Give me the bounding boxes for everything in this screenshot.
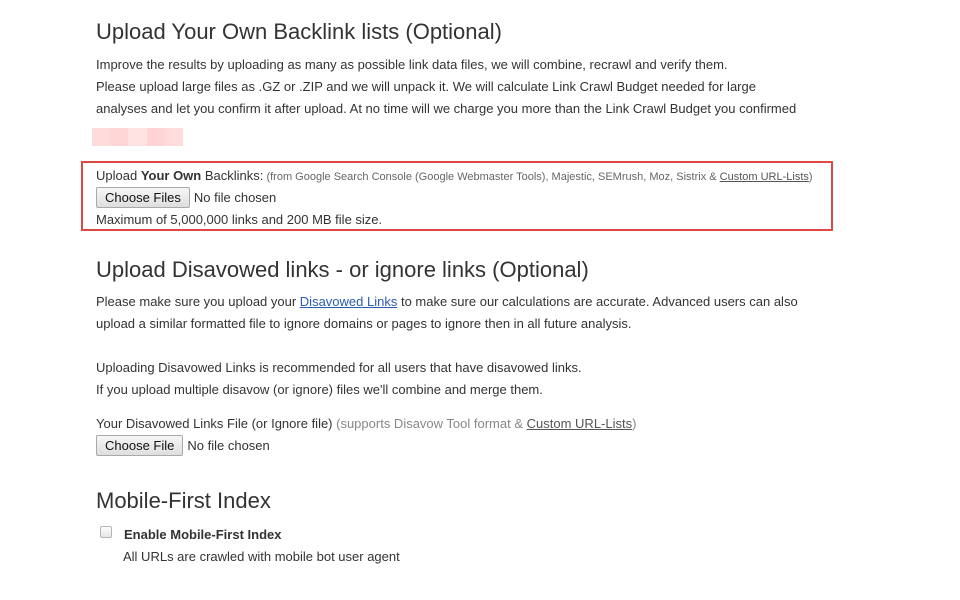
redacted-content — [92, 128, 184, 146]
disavow-file-hint-close: ) — [632, 416, 637, 431]
backlinks-intro-line-2: Please upload large files as .GZ or .ZIP… — [96, 79, 756, 94]
disavow-line1-suffix: to make sure our calculations are accura… — [397, 294, 798, 309]
disavow-file-status: No file chosen — [187, 438, 270, 453]
backlinks-sources-close: ) — [808, 171, 813, 183]
backlinks-limit-text: Maximum of 5,000,000 links and 200 MB fi… — [96, 212, 383, 227]
custom-url-lists-link[interactable]: Custom URL-Lists — [720, 171, 809, 183]
enable-mobile-first-label[interactable]: Enable Mobile-First Index — [124, 527, 281, 542]
disavow-file-input: Choose File No file chosen — [96, 435, 270, 456]
choose-files-button[interactable]: Choose Files — [96, 187, 190, 208]
backlinks-section-title: Upload Your Own Backlink lists (Optional… — [96, 19, 502, 44]
disavow-intro: Please make sure you upload your Disavow… — [96, 291, 798, 335]
backlinks-upload-label-suffix: Backlinks: — [201, 168, 264, 183]
backlinks-sources-text: (from Google Search Console (Google Webm… — [263, 171, 720, 183]
disavowed-links-link[interactable]: Disavowed Links — [300, 294, 398, 309]
redacted-block — [146, 128, 165, 146]
disavow-intro-line-1: Please make sure you upload your Disavow… — [96, 291, 798, 313]
enable-mobile-first-checkbox[interactable] — [100, 526, 112, 538]
redacted-block — [164, 128, 184, 146]
backlinks-intro-line-1: Improve the results by uploading as many… — [96, 57, 728, 72]
backlinks-upload-label-prefix: Upload — [96, 168, 141, 183]
backlinks-file-input: Choose Files No file chosen — [96, 187, 276, 208]
backlinks-upload-label-bold: Your Own — [140, 168, 202, 183]
mobile-first-description: All URLs are crawled with mobile bot use… — [123, 549, 400, 564]
choose-file-button[interactable]: Choose File — [96, 435, 184, 456]
disavow-note-1: Uploading Disavowed Links is recommended… — [96, 360, 582, 375]
disavow-file-hint: (supports Disavow Tool format & — [332, 416, 527, 431]
disavow-file-label: Your Disavowed Links File (or Ignore fil… — [96, 416, 636, 431]
backlinks-intro: Improve the results by uploading as many… — [96, 54, 796, 120]
redacted-block — [92, 128, 111, 146]
backlinks-upload-label: Upload Your Own Backlinks: (from Google … — [96, 168, 813, 183]
backlinks-file-status: No file chosen — [193, 190, 277, 205]
redacted-block — [110, 128, 129, 146]
redacted-block — [128, 128, 147, 146]
disavow-custom-url-lists-link[interactable]: Custom URL-Lists — [527, 416, 632, 431]
disavow-notes: Uploading Disavowed Links is recommended… — [96, 357, 582, 401]
mobile-section-title: Mobile-First Index — [96, 488, 271, 513]
backlinks-intro-line-3: analyses and let you confirm it after up… — [96, 101, 797, 116]
disavow-note-2: If you upload multiple disavow (or ignor… — [96, 382, 543, 397]
disavow-file-label-text: Your Disavowed Links File (or Ignore fil… — [96, 416, 333, 431]
disavow-section-title: Upload Disavowed links - or ignore links… — [96, 257, 589, 282]
disavow-intro-line-2: upload a similar formatted file to ignor… — [96, 316, 632, 331]
disavow-line1-prefix: Please make sure you upload your — [96, 294, 300, 309]
